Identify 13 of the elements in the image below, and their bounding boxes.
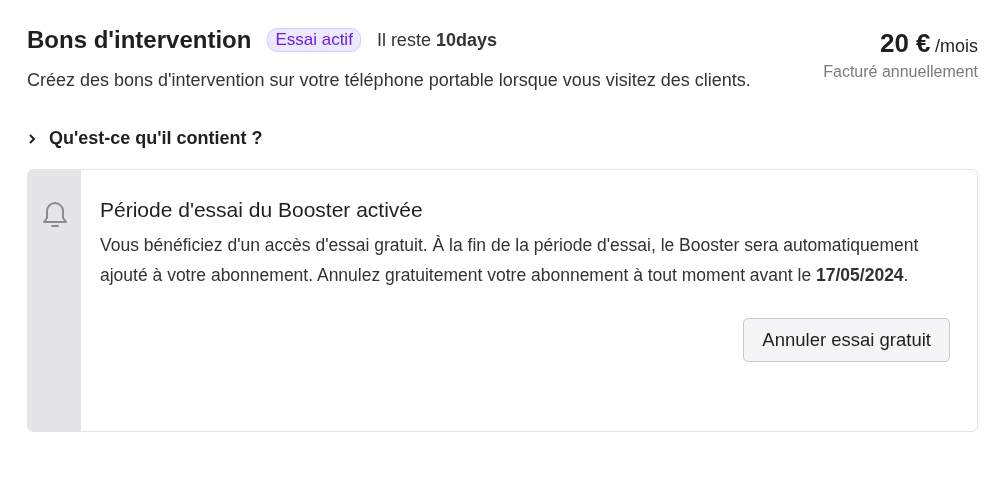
notice-title: Période d'essai du Booster activée [100,198,424,222]
chevron-icon [27,133,37,144]
cancel-trial-button[interactable]: Annuler essai gratuit [743,318,950,362]
notice-text: Vous bénéficiez d'un accès d'essai gratuit. À la fin de la période d'essai, le Booster sera automatiquement ajouté à votre abonnement. Annulez gratuitement votre abonnement à tout moment avant le 17/05/2024. [100,234,920,287]
price-period: /mois [935,36,978,56]
contents-expander[interactable]: Qu'est-ce qu'il contient ? [27,128,263,149]
billing-note: Facturé annuellement [823,63,978,81]
description: Créez des bons d'intervention sur votre téléphone portable lorsque vous visitez des clients. [27,69,751,92]
remaining-days: Il reste 10days [376,29,497,51]
section-title: Bons d'intervention [27,26,252,54]
price-amount: 20 € [879,28,931,58]
bell-icon [40,200,69,230]
status-badge: Essai actif [267,28,361,52]
